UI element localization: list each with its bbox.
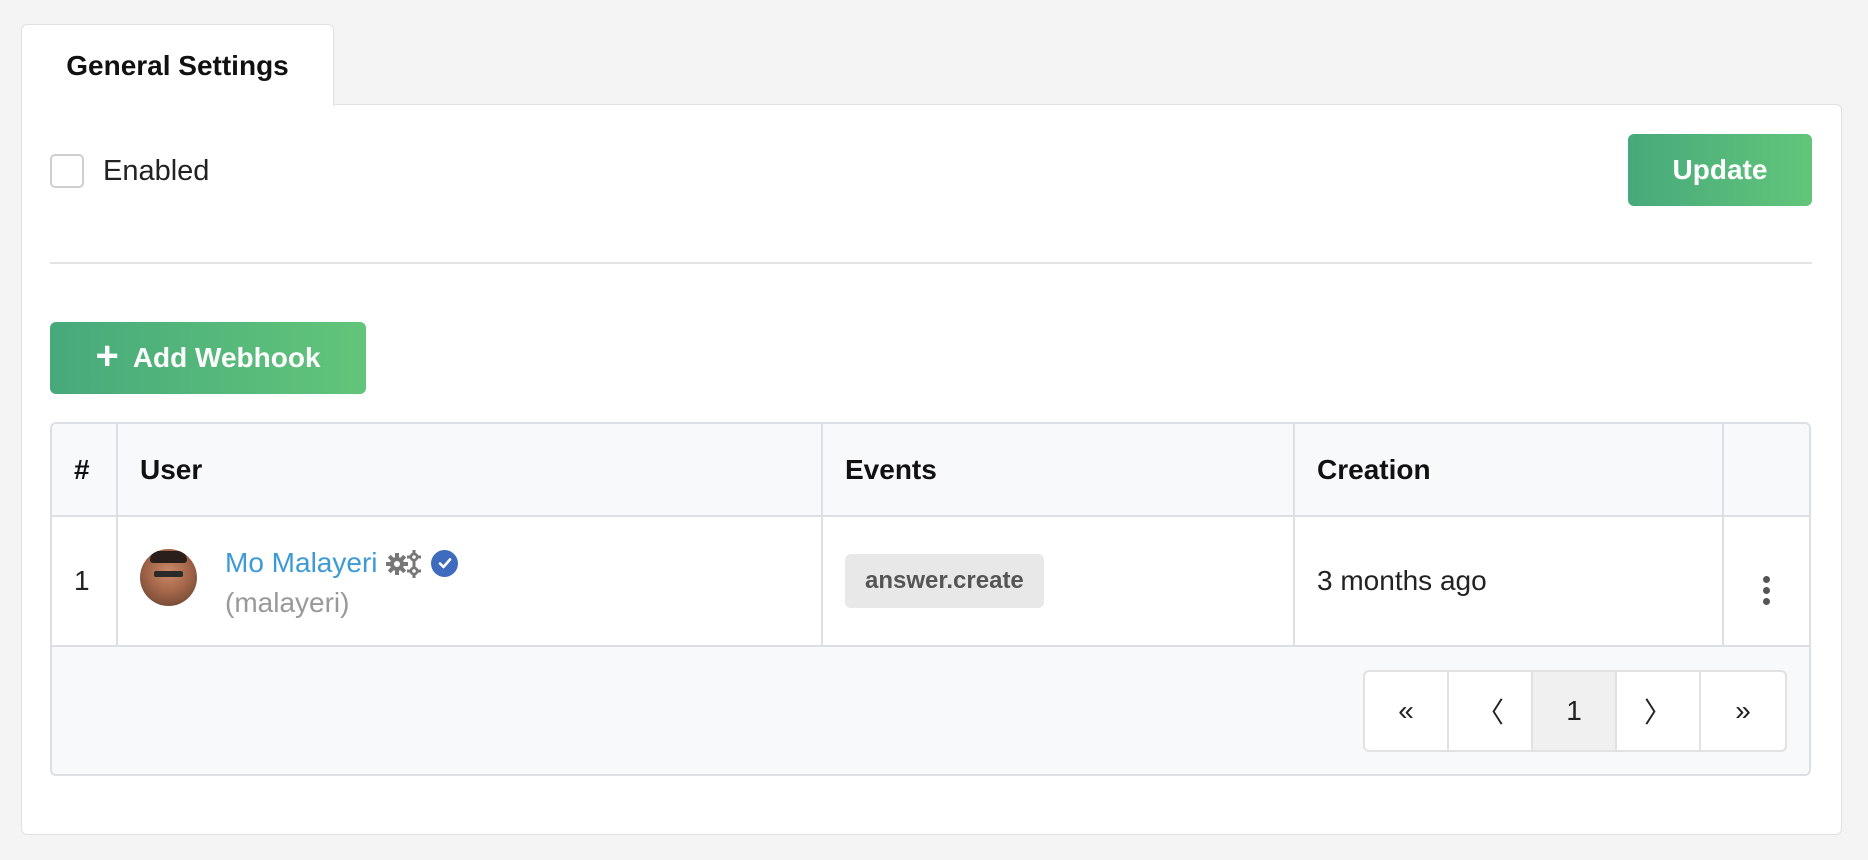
enabled-row: Enabled [50,154,209,188]
gears-icon [385,548,423,578]
page-next-button[interactable]: 〉 [1617,672,1701,750]
creation-cell: 3 months ago [1294,516,1724,646]
avatar[interactable] [140,549,197,606]
user-name-link[interactable]: Mo Malayeri [225,547,377,579]
page-first-button[interactable]: « [1365,672,1449,750]
table-row: 1 Mo Malayeri (malayeri) answer.create 3… [52,516,1809,646]
username: (malayeri) [225,587,350,618]
verified-icon [431,549,459,577]
column-header-user: User [117,424,823,516]
column-header-number: # [52,424,118,516]
page-current-button[interactable]: 1 [1533,672,1617,750]
user-cell: Mo Malayeri (malayeri) [117,516,823,646]
plus-icon: + [95,334,119,378]
events-cell: answer.create [822,516,1295,646]
webhooks-table: # User Events Creation 1 Mo Malayeri (ma… [50,422,1811,776]
actions-cell [1723,516,1809,646]
kebab-menu-icon[interactable] [1763,575,1770,605]
row-number: 1 [52,516,118,646]
divider [50,262,1812,264]
enabled-label: Enabled [103,154,210,187]
column-header-creation: Creation [1294,424,1724,516]
column-header-events: Events [822,424,1295,516]
pagination: « 〈 1 〉 » [1363,670,1787,752]
page-prev-button[interactable]: 〈 [1449,672,1533,750]
add-webhook-label: Add Webhook [132,342,321,373]
event-badge: answer.create [845,554,1044,608]
update-button[interactable]: Update [1628,134,1812,206]
table-header-row: # User Events Creation [52,424,1809,516]
enabled-checkbox[interactable] [50,154,84,188]
add-webhook-button[interactable]: + Add Webhook [50,322,366,394]
page-last-button[interactable]: » [1701,672,1785,750]
tab-general-settings[interactable]: General Settings [21,24,334,106]
column-header-actions [1723,424,1809,516]
